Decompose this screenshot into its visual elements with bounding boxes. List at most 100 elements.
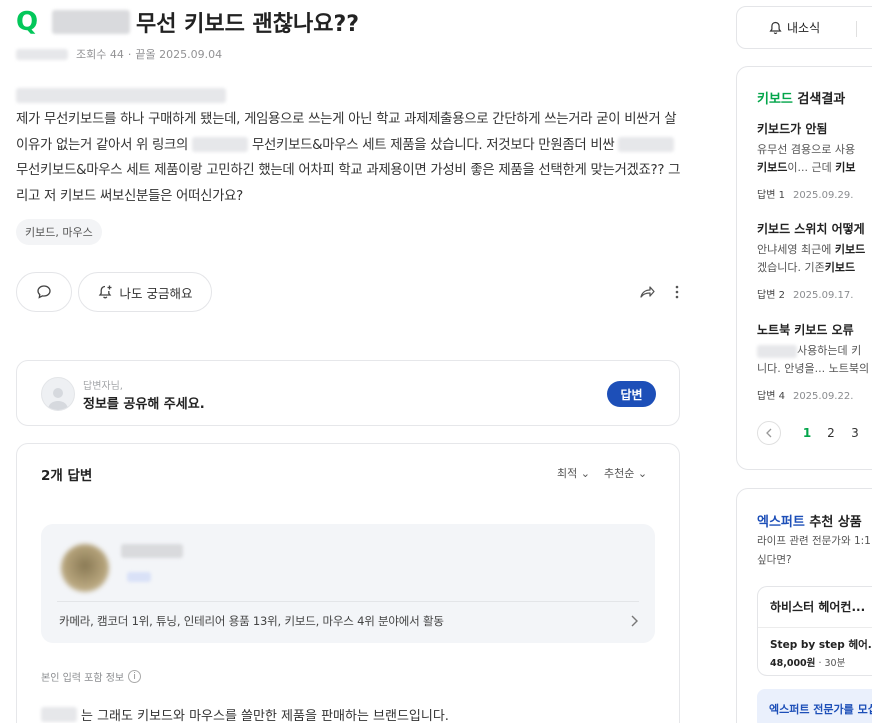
search-result-snippet: 안냐세영 최근에 키보드 겠습니다. 기존키보드 — [757, 241, 872, 277]
expert-avatar — [61, 544, 109, 592]
user-silhouette-icon — [48, 388, 68, 410]
redacted-author — [16, 48, 68, 60]
expert-panel-sub: 라이프 관련 전문가와 1:1 싶다면? — [757, 532, 871, 570]
search-result-meta: 답변 1 2025.09.29. — [757, 186, 872, 201]
price: 48,000원 — [770, 658, 816, 669]
answer-text-body: 는 그래도 키보드와 마우스를 쓸만한 제품을 판매하는 브랜드입니다. — [81, 709, 449, 723]
curious-button[interactable]: 나도 궁금해요 — [78, 272, 212, 312]
answers-section: 2개 답변 최적 ⌄ 추천순 ⌄ 카메라, 캠코더 1위, 튜닝, 인테리어 용… — [16, 443, 680, 723]
expert-panel-title: 엑스퍼트 추천 상품 — [757, 511, 862, 530]
result-date: 2025.09.22. — [792, 391, 854, 402]
divider — [856, 21, 857, 37]
sort-best-label: 최적 — [557, 467, 578, 480]
more-icon[interactable] — [670, 283, 684, 301]
chevron-down-icon: ⌄ — [637, 467, 648, 480]
redacted-expert-badge — [127, 572, 151, 582]
result-date: 2025.09.29. — [792, 190, 854, 201]
divider — [57, 601, 639, 602]
search-title-rest: 검색결과 — [792, 92, 846, 107]
avatar — [41, 377, 75, 411]
expert-recommend-panel: 엑스퍼트 추천 상품 라이프 관련 전문가와 1:1 싶다면? 하비스터 헤어컨.… — [736, 488, 872, 723]
prompt-main: 정보를 공유해 주세요. — [83, 397, 205, 412]
chevron-down-icon: ⌄ — [580, 467, 590, 480]
expert-banner[interactable]: 엑스퍼트 전문가를 모십니다 — [757, 689, 872, 723]
search-result-meta: 답변 2 2025.09.17. — [757, 286, 872, 301]
prev-page-button[interactable] — [757, 421, 781, 445]
question-mark-logo: Q — [16, 7, 39, 37]
info-icon[interactable]: i — [128, 670, 142, 683]
notice-button[interactable]: 내소식 — [769, 19, 820, 36]
snippet-text: 사용하는데 키 — [797, 344, 862, 357]
redacted-text — [757, 344, 797, 358]
product-card[interactable]: 하비스터 헤어컨... Step by step 헤어... 48,000원 ·… — [757, 586, 872, 676]
meta-separator: · — [127, 47, 132, 61]
answer-text: 는 그래도 키보드와 마우스를 쓸만한 제품을 판매하는 브랜드입니다. — [41, 705, 449, 723]
search-result-snippet: 사용하는데 키 니다. 안녕을... 노트북의 — [757, 342, 872, 378]
question-body: 제가 무선키보드를 하나 구매하게 됐는데, 게임용으로 쓰는게 아닌 학교 과… — [16, 107, 681, 209]
search-result-title: 키보드가 안됨 — [757, 122, 828, 136]
view-count: 조회수 44 — [76, 48, 124, 61]
answer-count: 답변 4 — [757, 391, 785, 402]
search-results-panel: 키보드 검색결과 키보드가 안됨 유무선 겸용으로 사용 키보드이... 근데 … — [736, 66, 872, 470]
search-result-title: 노트북 키보드 오류 — [757, 323, 854, 337]
product-price: 48,000원 · 30분 — [770, 655, 845, 669]
redacted-title-prefix — [52, 10, 130, 34]
search-keyword: 키보드 — [757, 92, 793, 107]
question-tag[interactable]: 키보드, 마우스 — [16, 219, 102, 245]
answer-count: 답변 1 — [757, 190, 785, 201]
self-info: 본인 입력 포함 정보 i — [41, 669, 142, 684]
search-result-meta: 답변 4 2025.09.22. — [757, 387, 872, 402]
self-info-label: 본인 입력 포함 정보 — [41, 673, 125, 684]
snippet-text: 겠습니다. 기존 — [757, 261, 825, 274]
snippet-text: 안냐세영 최근에 — [757, 243, 835, 256]
expert-sub-2: 싶다면? — [757, 554, 792, 566]
expert-keyword: 엑스퍼트 — [757, 515, 805, 530]
page-1[interactable]: 1 — [795, 426, 819, 440]
question-title: 무선 키보드 괜찮나요?? — [136, 12, 360, 37]
expert-title-rest: 추천 상품 — [804, 515, 862, 530]
sort-recommended[interactable]: 추천순 ⌄ — [604, 465, 647, 481]
chevron-left-icon — [766, 428, 772, 438]
redacted-brand — [192, 137, 249, 152]
sort-best[interactable]: 최적 ⌄ — [557, 465, 590, 481]
question-body-text-2: 무선키보드&마우스 세트 제품을 샀습니다. 저것보다 만원좀더 비싼 — [252, 137, 615, 153]
curious-label: 나도 궁금해요 — [119, 285, 193, 301]
page-2[interactable]: 2 — [819, 426, 843, 440]
search-result-item[interactable]: 노트북 키보드 오류 사용하는데 키 니다. 안녕을... 노트북의 답변 4 2… — [757, 321, 872, 402]
question-body-text-3: 무선키보드&마우스 세트 제품이랑 고민하긴 했는데 어차피 학교 과제용이면 … — [16, 163, 681, 204]
comment-button[interactable] — [16, 272, 72, 312]
search-result-item[interactable]: 키보드가 안됨 유무선 겸용으로 사용 키보드이... 근데 키보 답변 1 20… — [757, 120, 872, 201]
redacted-link[interactable] — [16, 88, 226, 103]
redacted-expert-name — [121, 544, 183, 558]
sort-reco-label: 추천순 — [604, 467, 635, 480]
redacted-brand — [41, 707, 77, 722]
snippet-keyword: 키보드 — [824, 261, 856, 274]
product-line: Step by step 헤어... — [770, 639, 872, 651]
question-title-row: Q 무선 키보드 괜찮나요?? — [16, 6, 359, 38]
expert-sub-1: 라이프 관련 전문가와 1:1 — [757, 535, 871, 547]
answer-button[interactable]: 답변 — [607, 381, 656, 407]
chevron-right-icon[interactable] — [629, 614, 639, 628]
notice-label: 내소식 — [787, 21, 821, 35]
share-icon[interactable] — [638, 283, 656, 301]
snippet-text: 이... 근데 — [787, 161, 836, 174]
search-results-title: 키보드 검색결과 — [757, 88, 845, 107]
redacted-brand — [618, 137, 675, 152]
snippet-text: 유무선 겸용으로 사용 — [757, 143, 856, 156]
expert-field: 카메라, 캠코더 1위, 튜닝, 인테리어 용품 13위, 키보드, 마우스 4… — [59, 614, 444, 628]
snippet-text: 니다. 안녕을... 노트북의 — [757, 362, 870, 375]
notice-box: 내소식 — [736, 6, 872, 49]
answer-count: 답변 2 — [757, 290, 785, 301]
snippet-keyword: 키보 — [835, 161, 856, 174]
expert-banner-text: 엑스퍼트 전문가를 모십니다 — [769, 703, 872, 716]
question-meta: 조회수 44 · 끝올 2025.09.04 — [16, 46, 222, 62]
post-date: 끝올 2025.09.04 — [135, 48, 223, 61]
bell-icon — [769, 21, 782, 34]
snippet-keyword: 키보드 — [834, 243, 866, 256]
page-3[interactable]: 3 — [843, 426, 867, 440]
prompt-sub: 답변자님, — [83, 381, 123, 392]
search-result-item[interactable]: 키보드 스위치 어떻게 안냐세영 최근에 키보드 겠습니다. 기존키보드 답변 … — [757, 220, 872, 301]
expert-card[interactable]: 카메라, 캠코더 1위, 튜닝, 인테리어 용품 13위, 키보드, 마우스 4… — [41, 524, 655, 643]
comment-icon — [37, 285, 51, 299]
answer-prompt-box: 답변자님, 정보를 공유해 주세요. 답변 — [16, 360, 680, 426]
